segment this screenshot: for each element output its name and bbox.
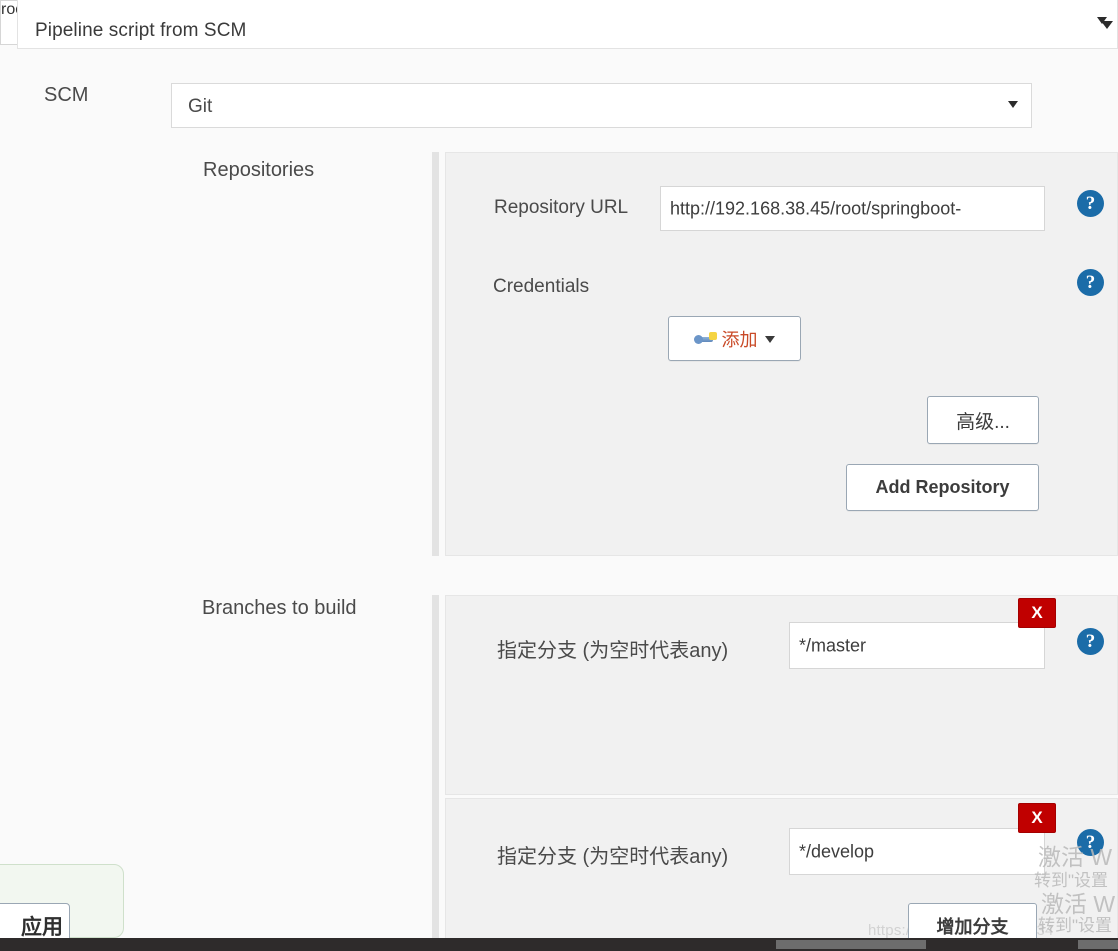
help-icon[interactable]: ? xyxy=(1077,190,1104,217)
bottom-chrome xyxy=(0,938,1118,951)
chevron-down-icon xyxy=(1097,17,1107,24)
branch-spec-label: 指定分支 (为空时代表any) xyxy=(497,846,729,868)
delete-branch-button[interactable]: X xyxy=(1018,803,1056,833)
help-icon-glyph: ? xyxy=(1085,631,1096,652)
pipeline-definition-panel: Pipeline script from SCM xyxy=(17,0,1118,49)
advanced-button[interactable]: 高级... xyxy=(927,396,1039,444)
credentials-label: Credentials xyxy=(493,276,590,297)
delete-branch-button[interactable]: X xyxy=(1018,598,1056,628)
scm-selected-value: Git xyxy=(188,96,213,117)
branches-rail xyxy=(432,595,439,951)
key-icon xyxy=(693,331,719,346)
branch-spec-value: */develop xyxy=(799,841,875,861)
add-repository-button[interactable]: Add Repository xyxy=(846,464,1039,511)
branch-spec-input[interactable]: */develop xyxy=(789,828,1045,875)
scm-label: SCM xyxy=(44,84,89,106)
repository-url-input[interactable]: http://192.168.38.45/root/springboot- xyxy=(660,186,1045,231)
repository-url-value: http://192.168.38.45/root/springboot- xyxy=(670,198,962,218)
branch-spec-input[interactable]: */master xyxy=(789,622,1045,669)
bottom-chrome-segment xyxy=(776,940,926,949)
scm-select[interactable]: Git xyxy=(171,83,1032,128)
chevron-down-icon xyxy=(1008,101,1018,108)
branches-section-label: Branches to build xyxy=(202,597,357,619)
branch-spec-label: 指定分支 (为空时代表any) xyxy=(497,640,729,662)
help-icon[interactable]: ? xyxy=(1077,628,1104,655)
bottom-chrome-segment xyxy=(1078,940,1118,949)
help-icon-glyph: ? xyxy=(1085,272,1096,293)
chevron-down-icon xyxy=(764,336,775,343)
help-icon-glyph: ? xyxy=(1085,193,1096,214)
repositories-section-label: Repositories xyxy=(203,159,315,181)
jenkins-pipeline-scm-config: Pipeline script from SCM SCM Git Reposit… xyxy=(0,0,1118,951)
repository-url-label: Repository URL xyxy=(494,197,629,218)
branch-spec-value: */master xyxy=(799,635,867,655)
repositories-rail xyxy=(432,152,439,556)
help-icon[interactable]: ? xyxy=(1077,269,1104,296)
add-credentials-button[interactable]: 添加 xyxy=(668,316,801,361)
help-icon[interactable]: ? xyxy=(1077,829,1104,856)
help-icon-glyph: ? xyxy=(1085,832,1096,853)
add-credentials-label: 添加 xyxy=(721,329,758,350)
pipeline-definition-label: Pipeline script from SCM xyxy=(35,20,247,41)
